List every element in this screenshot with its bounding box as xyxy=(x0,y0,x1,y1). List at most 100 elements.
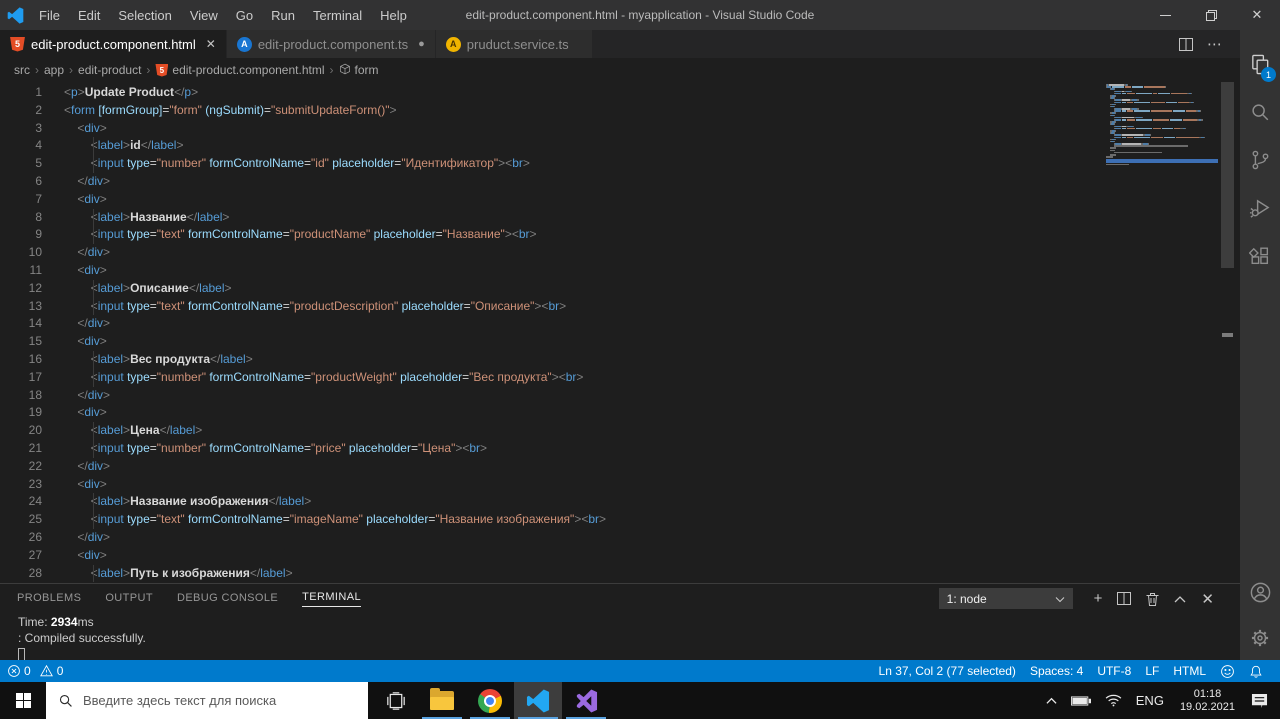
breadcrumb-item-edit-product[interactable]: edit-product xyxy=(78,63,141,77)
code-line[interactable]: <p>Update Product</p> xyxy=(64,84,1100,102)
code-line[interactable]: <input type="number" formControlName="pr… xyxy=(64,368,1100,387)
minimap[interactable] xyxy=(1106,84,1218,166)
status-cursor-position[interactable]: Ln 37, Col 2 (77 selected) xyxy=(872,664,1023,678)
close-panel-icon[interactable]: ✕ xyxy=(1201,590,1214,608)
editor-scrollbar[interactable] xyxy=(1221,82,1234,583)
code-line[interactable]: <input type="text" formControlName="prod… xyxy=(64,297,1100,316)
code-line[interactable]: <div> xyxy=(64,120,1100,138)
code-line[interactable]: </div> xyxy=(64,458,1100,476)
code-line[interactable]: <div> xyxy=(64,476,1100,494)
start-button[interactable] xyxy=(0,682,46,719)
menu-help[interactable]: Help xyxy=(371,0,416,30)
status-language-mode[interactable]: HTML xyxy=(1166,664,1213,678)
restore-button[interactable] xyxy=(1188,0,1234,30)
code-line[interactable]: <input type="number" formControlName="pr… xyxy=(64,439,1100,458)
notifications-bell-icon[interactable] xyxy=(1242,664,1270,679)
code-line[interactable]: <div> xyxy=(64,333,1100,351)
menu-file[interactable]: File xyxy=(30,0,69,30)
code-line[interactable]: <label>Описание</label> xyxy=(64,279,1100,298)
action-center-icon[interactable] xyxy=(1244,682,1280,719)
close-button[interactable]: ✕ xyxy=(1234,0,1280,30)
breadcrumb-item-form[interactable]: form xyxy=(339,63,379,78)
split-editor-icon[interactable] xyxy=(1179,37,1193,51)
wifi-icon[interactable] xyxy=(1098,682,1129,719)
menu-edit[interactable]: Edit xyxy=(69,0,109,30)
status-indentation[interactable]: Spaces: 4 xyxy=(1023,664,1090,678)
code-line[interactable]: </div> xyxy=(64,173,1100,191)
tab-label: pruduct.service.ts xyxy=(466,36,569,52)
explorer-icon[interactable]: 1 xyxy=(1240,40,1280,88)
status-encoding[interactable]: UTF-8 xyxy=(1090,664,1138,678)
hidden-icons-chevron[interactable] xyxy=(1039,682,1064,719)
menu-go[interactable]: Go xyxy=(227,0,262,30)
task-view-button[interactable] xyxy=(374,682,418,719)
code-line[interactable]: </div> xyxy=(64,529,1100,547)
code-line[interactable]: <form [formGroup]="form" (ngSubmit)="sub… xyxy=(64,102,1100,120)
code-line[interactable]: <label>id</label> xyxy=(64,137,1100,156)
code-line[interactable]: <label>Путь к изображения</label> xyxy=(64,564,1100,583)
breadcrumb-item-app[interactable]: app xyxy=(44,63,64,77)
tab-edit-product.component.ts[interactable]: Aedit-product.component.ts ● xyxy=(226,30,436,58)
minimap-line xyxy=(1106,110,1218,112)
code-line[interactable]: <label>Название</label> xyxy=(64,208,1100,227)
tab-edit-product.component.html[interactable]: 5 edit-product.component.html ✕ xyxy=(0,30,227,58)
maximize-panel-icon[interactable] xyxy=(1174,595,1186,603)
taskbar-chrome[interactable] xyxy=(466,682,514,719)
search-icon[interactable] xyxy=(1240,88,1280,136)
panel-tab-debug-console[interactable]: DEBUG CONSOLE xyxy=(177,588,278,607)
line-number: 16 xyxy=(28,351,42,366)
scrollbar-thumb[interactable] xyxy=(1221,82,1234,268)
status-eol[interactable]: LF xyxy=(1138,664,1166,678)
tab-close-icon[interactable]: ✕ xyxy=(206,37,216,51)
code-line[interactable]: <input type="text" formControlName="imag… xyxy=(64,511,1100,529)
menu-view[interactable]: View xyxy=(181,0,227,30)
panel-tab-terminal[interactable]: TERMINAL xyxy=(302,587,361,607)
panel-tab-problems[interactable]: PROBLEMS xyxy=(17,588,81,607)
code-line[interactable]: </div> xyxy=(64,387,1100,405)
line-number: 22 xyxy=(28,458,42,473)
taskbar-visual-studio[interactable] xyxy=(562,682,610,719)
clock[interactable]: 01:18 19.02.2021 xyxy=(1171,688,1244,714)
code-line[interactable]: <label>Название изображения</label> xyxy=(64,493,1100,512)
menu-run[interactable]: Run xyxy=(262,0,304,30)
run-debug-icon[interactable] xyxy=(1240,184,1280,232)
tab-pruduct.service.ts[interactable]: Apruduct.service.ts xyxy=(435,30,593,58)
taskbar-vscode[interactable] xyxy=(514,682,562,719)
code-line[interactable]: <input type="number" formControlName="id… xyxy=(64,155,1100,173)
more-actions-icon[interactable]: ⋯ xyxy=(1207,35,1222,53)
code-line[interactable]: </div> xyxy=(64,244,1100,262)
status-right: Ln 37, Col 2 (77 selected) Spaces: 4 UTF-8… xyxy=(872,664,1280,679)
code-line[interactable]: <div> xyxy=(64,262,1100,280)
code-area[interactable]: <p>Update Product</p> <form [formGroup]="… xyxy=(64,84,1100,583)
menu-selection[interactable]: Selection xyxy=(109,0,180,30)
terminal-select[interactable]: 1: node xyxy=(938,588,1073,609)
panel-tab-output[interactable]: OUTPUT xyxy=(105,588,153,607)
code-line[interactable]: <div> xyxy=(64,191,1100,209)
code-line[interactable]: <div> xyxy=(64,404,1100,422)
language-indicator[interactable]: ENG xyxy=(1129,682,1171,719)
code-line[interactable]: <div> xyxy=(64,547,1100,565)
taskbar-search-input[interactable]: Введите здесь текст для поиска xyxy=(46,682,368,719)
breadcrumb-item-src[interactable]: src xyxy=(14,63,30,77)
code-line[interactable]: <input type="text" formControlName="prod… xyxy=(64,226,1100,245)
feedback-smiley-icon[interactable] xyxy=(1213,664,1242,679)
source-control-icon[interactable] xyxy=(1240,136,1280,184)
code-line[interactable]: <label>Цена</label> xyxy=(64,422,1100,440)
indent-guide xyxy=(93,350,94,369)
accounts-icon[interactable] xyxy=(1240,568,1280,616)
editor[interactable]: 1 2 3 4 5 6 7 8 9 10 11 12 13 14 15 16 17 18 19 20 21 22 23 24 2… xyxy=(0,82,1240,583)
kill-terminal-trash-icon[interactable] xyxy=(1146,592,1159,606)
new-terminal-icon[interactable]: + xyxy=(1094,590,1103,607)
extensions-icon[interactable] xyxy=(1240,232,1280,280)
terminal-output[interactable]: Time: 2934ms: Compiled successfully. xyxy=(0,610,1240,661)
split-terminal-icon[interactable] xyxy=(1117,592,1132,605)
menu-terminal[interactable]: Terminal xyxy=(304,0,371,30)
code-line[interactable]: </div> xyxy=(64,315,1100,333)
code-line[interactable]: <label>Вес продукта</label> xyxy=(64,350,1100,369)
taskbar-file-explorer[interactable] xyxy=(418,682,466,719)
minimize-button[interactable] xyxy=(1142,0,1188,30)
settings-gear-icon[interactable] xyxy=(1240,616,1280,660)
battery-icon[interactable] xyxy=(1064,682,1098,719)
problems-status[interactable]: 0 0 xyxy=(0,664,70,678)
breadcrumb-item-edit-product.component.html[interactable]: 5 edit-product.component.html xyxy=(155,63,325,77)
